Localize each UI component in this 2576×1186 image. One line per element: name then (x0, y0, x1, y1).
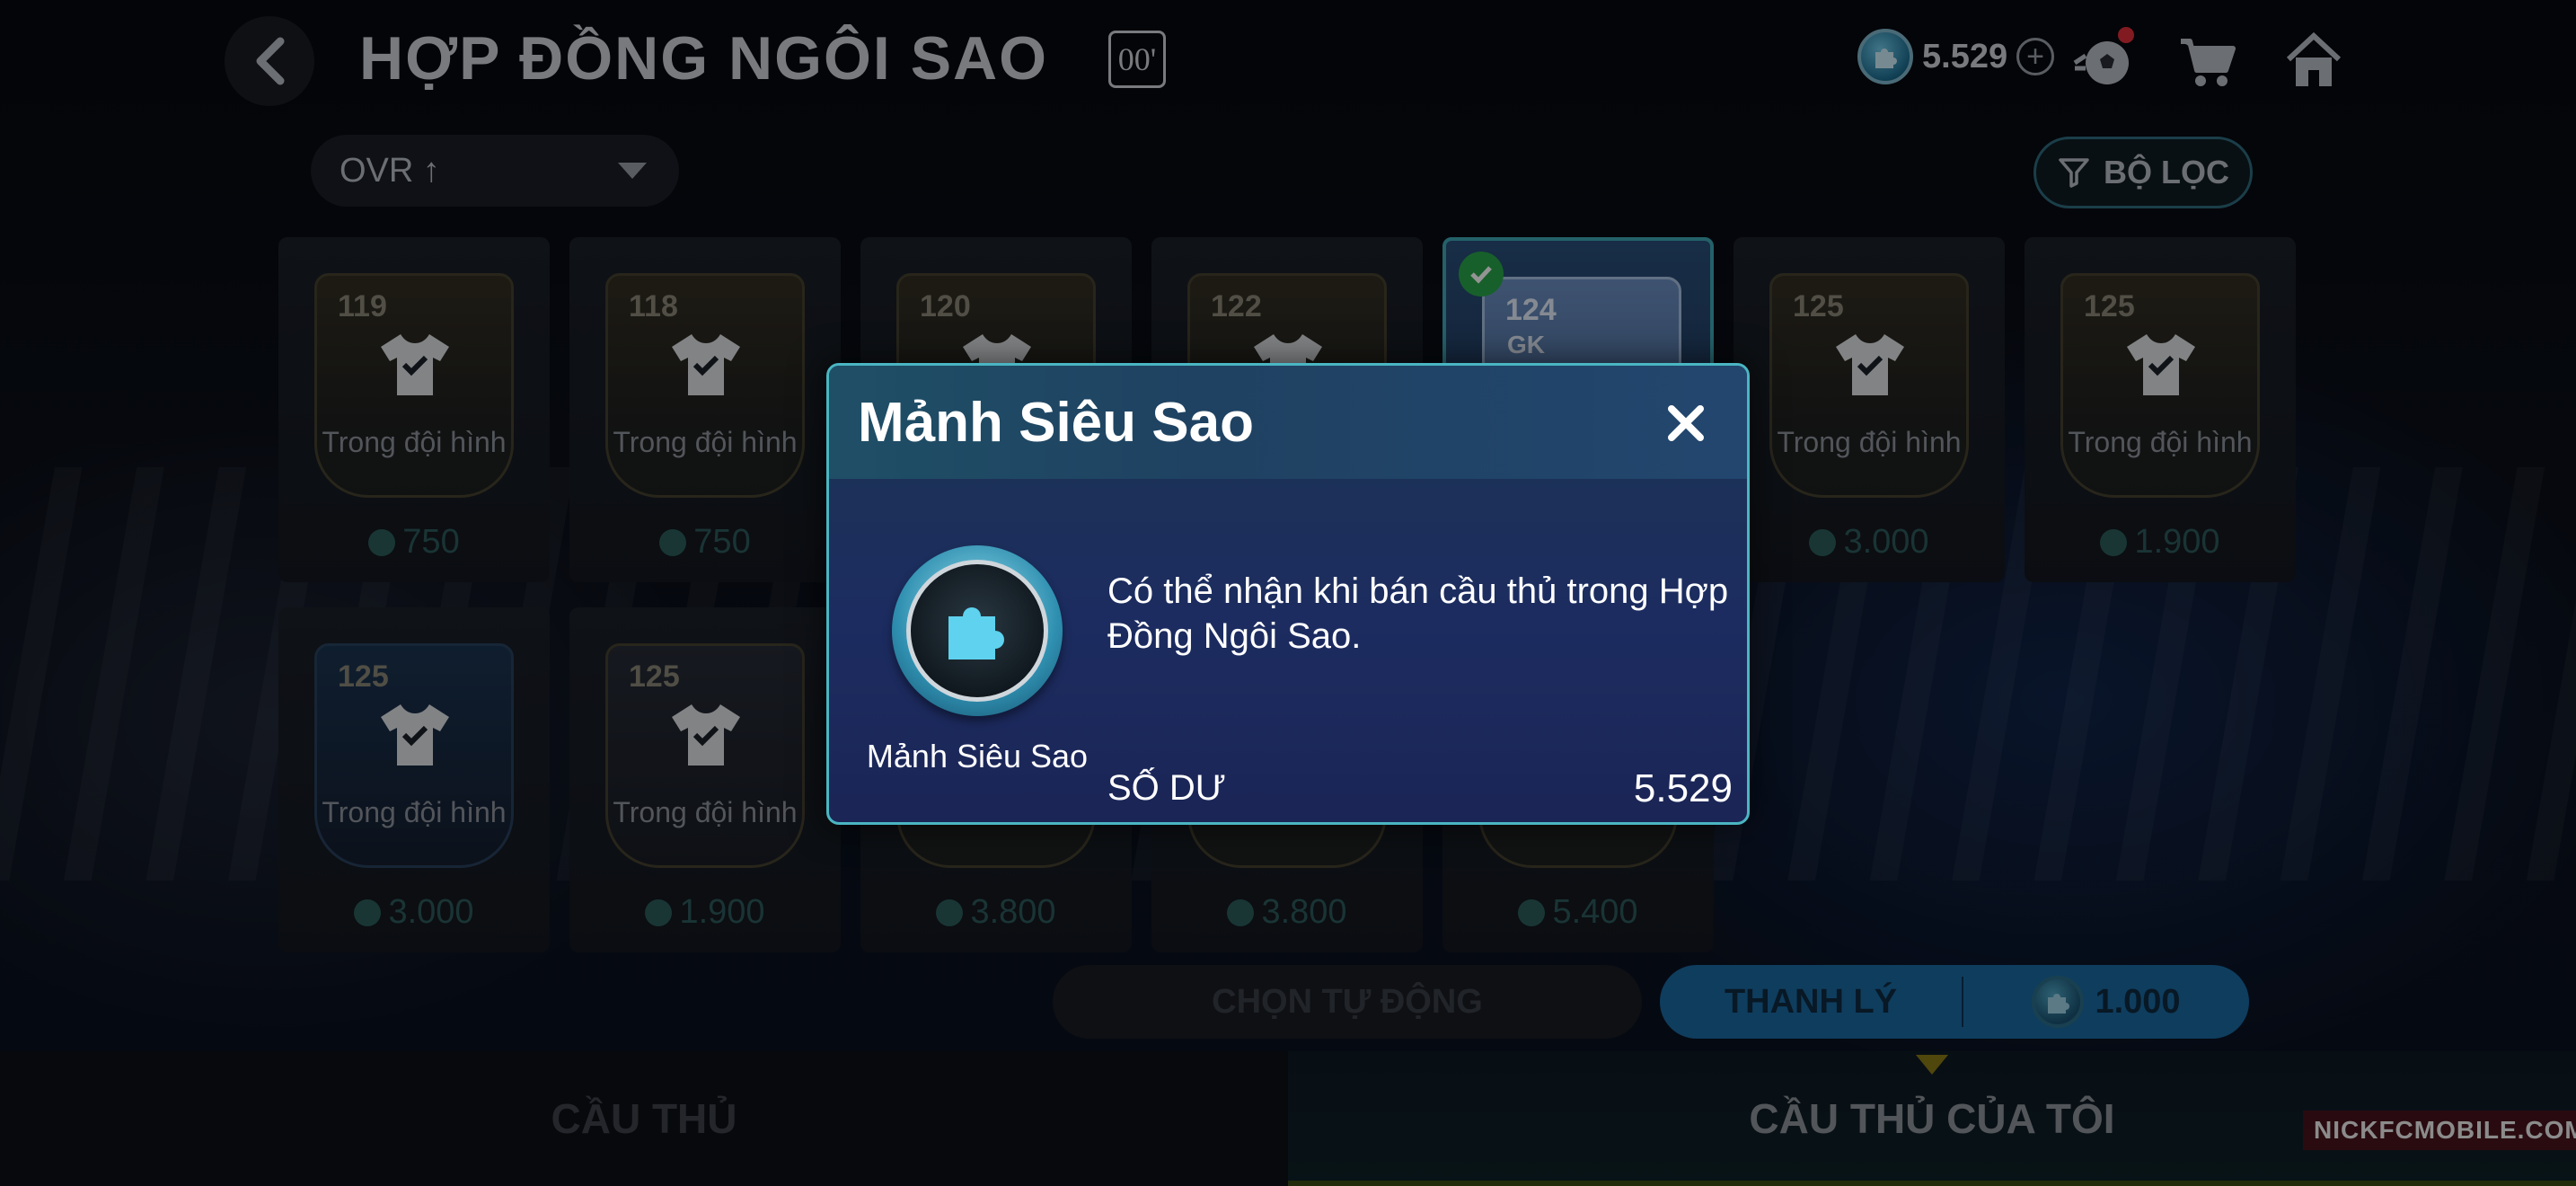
item-description: Có thể nhận khi bán cầu thủ trong Hợp Đồ… (1107, 571, 1729, 656)
close-icon (1668, 405, 1704, 441)
balance-value: 5.529 (1633, 766, 1733, 810)
puzzle-piece-icon (892, 545, 1063, 716)
close-button[interactable] (1661, 398, 1711, 448)
balance-label: SỐ DƯ (1107, 768, 1226, 808)
item-icon-ring (906, 560, 1048, 702)
item-name: Mảnh Siêu Sao (866, 738, 1089, 774)
item-info-dialog: Mảnh Siêu Sao Mảnh Siêu Sao Có thể nhận … (826, 363, 1750, 825)
dialog-title: Mảnh Siêu Sao (858, 392, 1254, 454)
